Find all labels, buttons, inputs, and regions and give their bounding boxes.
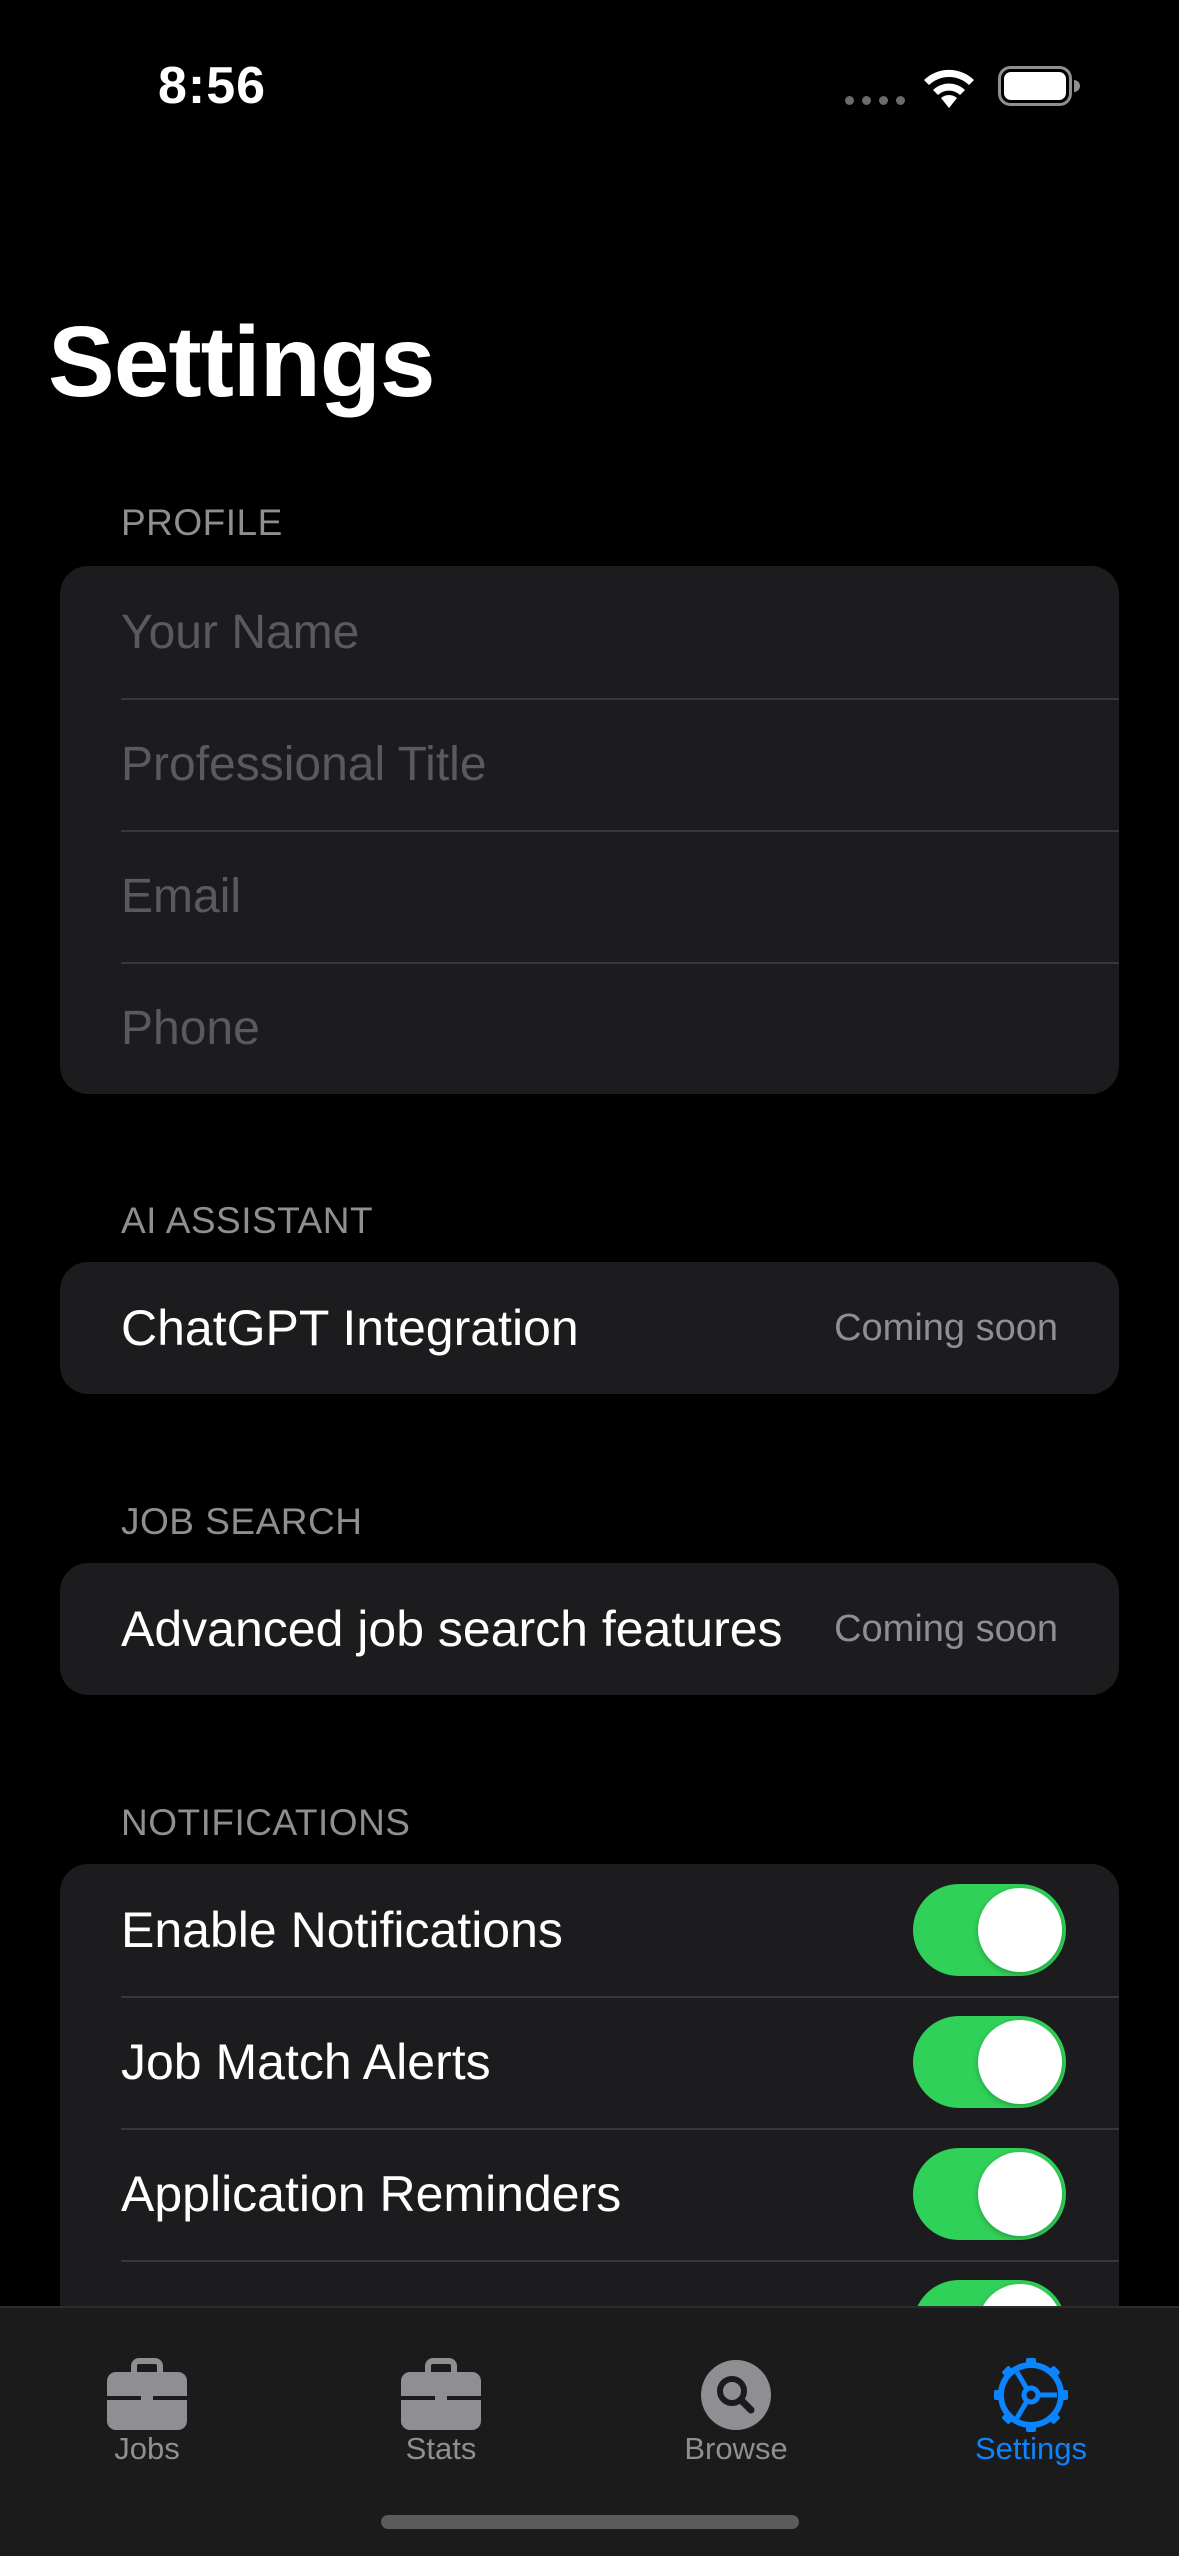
status-time: 8:56 xyxy=(158,57,267,115)
wifi-icon xyxy=(924,69,974,108)
profile-row-title xyxy=(60,698,1119,830)
profile-card xyxy=(60,566,1119,1094)
advanced-job-search-label: Advanced job search features xyxy=(121,1601,783,1657)
phone-field[interactable] xyxy=(121,1000,1058,1056)
gear-icon xyxy=(994,2358,1068,2432)
enable-notifications-row: Enable Notifications xyxy=(60,1864,1119,1996)
job-match-alerts-label: Job Match Alerts xyxy=(121,2034,491,2090)
section-header-notifications: NOTIFICATIONS xyxy=(121,1802,411,1843)
section-header-profile: PROFILE xyxy=(121,502,283,543)
tab-browse-label: Browse xyxy=(684,2431,788,2466)
page-title: Settings xyxy=(48,306,435,418)
enable-notifications-toggle[interactable] xyxy=(913,1884,1066,1976)
email-field[interactable] xyxy=(121,868,1058,924)
profile-row-name xyxy=(60,566,1119,698)
cellular-signal-icon xyxy=(845,96,905,105)
advanced-job-search-status: Coming soon xyxy=(834,1607,1058,1650)
profile-row-email xyxy=(60,830,1119,962)
search-icon xyxy=(701,2360,771,2430)
profile-row-phone xyxy=(60,962,1119,1094)
section-header-job-search: JOB SEARCH xyxy=(121,1501,363,1542)
chatgpt-integration-row[interactable]: ChatGPT Integration Coming soon xyxy=(60,1262,1119,1394)
briefcase-icon xyxy=(401,2358,481,2430)
job-match-alerts-row: Job Match Alerts xyxy=(60,1996,1119,2128)
tab-stats[interactable]: Stats xyxy=(294,2308,588,2498)
job-search-card: Advanced job search features Coming soon xyxy=(60,1563,1119,1695)
advanced-job-search-row[interactable]: Advanced job search features Coming soon xyxy=(60,1563,1119,1695)
tab-stats-label: Stats xyxy=(405,2431,477,2466)
tab-jobs-label: Jobs xyxy=(114,2431,180,2466)
chatgpt-integration-status: Coming soon xyxy=(834,1306,1058,1349)
tab-jobs[interactable]: Jobs xyxy=(0,2308,294,2498)
enable-notifications-label: Enable Notifications xyxy=(121,1902,563,1958)
battery-icon xyxy=(998,66,1080,106)
home-indicator[interactable] xyxy=(381,2515,799,2529)
settings-screen: 8:56 Settings PROFILE AI A xyxy=(0,0,1179,2556)
job-match-alerts-toggle[interactable] xyxy=(913,2016,1066,2108)
name-field[interactable] xyxy=(121,604,1058,660)
tab-settings[interactable]: Settings xyxy=(884,2308,1178,2498)
ai-assistant-card: ChatGPT Integration Coming soon xyxy=(60,1262,1119,1394)
briefcase-icon xyxy=(107,2358,187,2430)
chatgpt-integration-label: ChatGPT Integration xyxy=(121,1300,579,1356)
tab-settings-label: Settings xyxy=(974,2431,1087,2466)
application-reminders-toggle[interactable] xyxy=(913,2148,1066,2240)
tab-browse[interactable]: Browse xyxy=(589,2308,883,2498)
section-header-ai-assistant: AI ASSISTANT xyxy=(121,1200,374,1241)
application-reminders-row: Application Reminders xyxy=(60,2128,1119,2260)
status-bar: 8:56 xyxy=(0,0,1179,150)
application-reminders-label: Application Reminders xyxy=(121,2166,622,2222)
professional-title-field[interactable] xyxy=(121,736,1058,792)
